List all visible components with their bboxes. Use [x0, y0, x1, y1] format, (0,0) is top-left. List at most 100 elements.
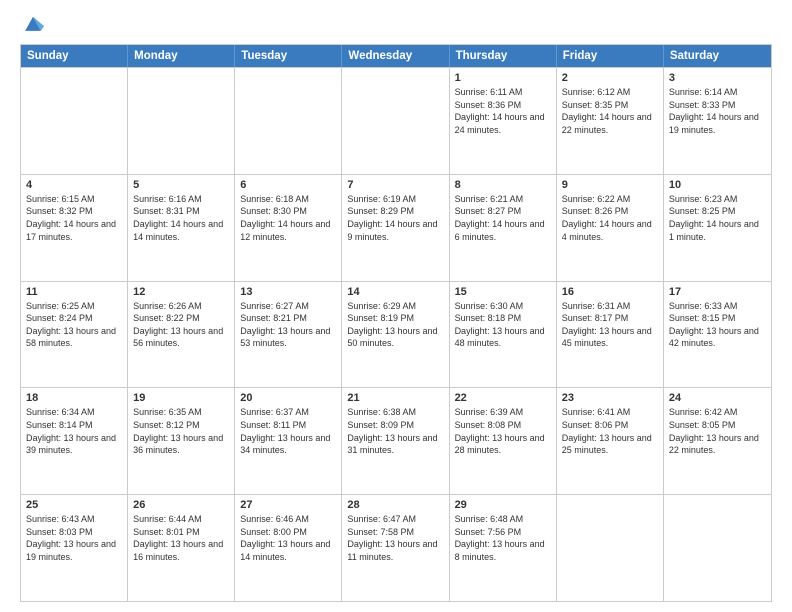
day-number: 12	[133, 286, 229, 298]
day-number: 13	[240, 286, 336, 298]
calendar-cell: 10 Sunrise: 6:23 AM Sunset: 8:25 PM Dayli…	[664, 175, 771, 281]
day-number: 26	[133, 499, 229, 511]
day-info: Sunrise: 6:15 AM Sunset: 8:32 PM Dayligh…	[26, 193, 122, 243]
day-number: 2	[562, 72, 658, 84]
calendar-body: 1 Sunrise: 6:11 AM Sunset: 8:36 PM Daylig…	[21, 67, 771, 601]
calendar-cell: 7 Sunrise: 6:19 AM Sunset: 8:29 PM Daylig…	[342, 175, 449, 281]
day-number: 5	[133, 179, 229, 191]
day-number: 17	[669, 286, 766, 298]
day-number: 28	[347, 499, 443, 511]
page: SundayMondayTuesdayWednesdayThursdayFrid…	[0, 0, 792, 612]
calendar-cell	[664, 495, 771, 601]
day-info: Sunrise: 6:37 AM Sunset: 8:11 PM Dayligh…	[240, 406, 336, 456]
calendar-cell: 21Sunrise: 6:38 AM Sunset: 8:09 PM Dayli…	[342, 388, 449, 494]
day-number: 29	[455, 499, 551, 511]
day-info: Sunrise: 6:19 AM Sunset: 8:29 PM Dayligh…	[347, 193, 443, 243]
header-day-thursday: Thursday	[450, 45, 557, 67]
calendar-cell: 1 Sunrise: 6:11 AM Sunset: 8:36 PM Daylig…	[450, 68, 557, 174]
day-info: Sunrise: 6:22 AM Sunset: 8:26 PM Dayligh…	[562, 193, 658, 243]
day-info: Sunrise: 6:14 AM Sunset: 8:33 PM Dayligh…	[669, 86, 766, 136]
day-number: 27	[240, 499, 336, 511]
calendar-cell	[342, 68, 449, 174]
calendar-cell: 12 Sunrise: 6:26 AM Sunset: 8:22 PM Dayli…	[128, 282, 235, 388]
calendar-row-4: 25Sunrise: 6:43 AM Sunset: 8:03 PM Dayli…	[21, 494, 771, 601]
calendar-cell	[235, 68, 342, 174]
day-info: Sunrise: 6:26 AM Sunset: 8:22 PM Dayligh…	[133, 300, 229, 350]
day-number: 21	[347, 392, 443, 404]
day-number: 22	[455, 392, 551, 404]
day-number: 11	[26, 286, 122, 298]
calendar-cell: 8Sunrise: 6:21 AM Sunset: 8:27 PM Daylig…	[450, 175, 557, 281]
calendar-cell: 14 Sunrise: 6:29 AM Sunset: 8:19 PM Dayli…	[342, 282, 449, 388]
calendar-cell: 27 Sunrise: 6:46 AM Sunset: 8:00 PM Dayli…	[235, 495, 342, 601]
day-number: 25	[26, 499, 122, 511]
day-info: Sunrise: 6:30 AM Sunset: 8:18 PM Dayligh…	[455, 300, 551, 350]
calendar-cell: 4 Sunrise: 6:15 AM Sunset: 8:32 PM Daylig…	[21, 175, 128, 281]
calendar-cell	[557, 495, 664, 601]
day-info: Sunrise: 6:46 AM Sunset: 8:00 PM Dayligh…	[240, 513, 336, 563]
day-number: 10	[669, 179, 766, 191]
calendar-cell: 20 Sunrise: 6:37 AM Sunset: 8:11 PM Dayli…	[235, 388, 342, 494]
calendar: SundayMondayTuesdayWednesdayThursdayFrid…	[20, 44, 772, 602]
calendar-row-3: 18 Sunrise: 6:34 AM Sunset: 8:14 PM Dayli…	[21, 387, 771, 494]
calendar-cell: 25Sunrise: 6:43 AM Sunset: 8:03 PM Dayli…	[21, 495, 128, 601]
header-day-saturday: Saturday	[664, 45, 771, 67]
header-day-tuesday: Tuesday	[235, 45, 342, 67]
day-info: Sunrise: 6:18 AM Sunset: 8:30 PM Dayligh…	[240, 193, 336, 243]
calendar-cell: 2 Sunrise: 6:12 AM Sunset: 8:35 PM Daylig…	[557, 68, 664, 174]
calendar-cell: 5 Sunrise: 6:16 AM Sunset: 8:31 PM Daylig…	[128, 175, 235, 281]
calendar-cell: 18 Sunrise: 6:34 AM Sunset: 8:14 PM Dayli…	[21, 388, 128, 494]
logo-text	[20, 16, 44, 34]
calendar-cell: 15 Sunrise: 6:30 AM Sunset: 8:18 PM Dayli…	[450, 282, 557, 388]
calendar-cell: 19 Sunrise: 6:35 AM Sunset: 8:12 PM Dayli…	[128, 388, 235, 494]
calendar-row-2: 11 Sunrise: 6:25 AM Sunset: 8:24 PM Dayli…	[21, 281, 771, 388]
day-number: 4	[26, 179, 122, 191]
day-info: Sunrise: 6:47 AM Sunset: 7:58 PM Dayligh…	[347, 513, 443, 563]
day-number: 24	[669, 392, 766, 404]
day-number: 7	[347, 179, 443, 191]
day-info: Sunrise: 6:39 AM Sunset: 8:08 PM Dayligh…	[455, 406, 551, 456]
day-info: Sunrise: 6:27 AM Sunset: 8:21 PM Dayligh…	[240, 300, 336, 350]
header-day-monday: Monday	[128, 45, 235, 67]
calendar-header: SundayMondayTuesdayWednesdayThursdayFrid…	[21, 45, 771, 67]
day-info: Sunrise: 6:16 AM Sunset: 8:31 PM Dayligh…	[133, 193, 229, 243]
day-info: Sunrise: 6:11 AM Sunset: 8:36 PM Dayligh…	[455, 86, 551, 136]
day-info: Sunrise: 6:48 AM Sunset: 7:56 PM Dayligh…	[455, 513, 551, 563]
day-info: Sunrise: 6:12 AM Sunset: 8:35 PM Dayligh…	[562, 86, 658, 136]
calendar-cell: 17Sunrise: 6:33 AM Sunset: 8:15 PM Dayli…	[664, 282, 771, 388]
day-number: 16	[562, 286, 658, 298]
header-day-friday: Friday	[557, 45, 664, 67]
day-number: 20	[240, 392, 336, 404]
day-info: Sunrise: 6:21 AM Sunset: 8:27 PM Dayligh…	[455, 193, 551, 243]
calendar-cell: 13 Sunrise: 6:27 AM Sunset: 8:21 PM Dayli…	[235, 282, 342, 388]
day-info: Sunrise: 6:31 AM Sunset: 8:17 PM Dayligh…	[562, 300, 658, 350]
day-info: Sunrise: 6:29 AM Sunset: 8:19 PM Dayligh…	[347, 300, 443, 350]
logo	[20, 16, 44, 34]
calendar-cell: 29 Sunrise: 6:48 AM Sunset: 7:56 PM Dayli…	[450, 495, 557, 601]
calendar-cell: 23 Sunrise: 6:41 AM Sunset: 8:06 PM Dayli…	[557, 388, 664, 494]
day-number: 23	[562, 392, 658, 404]
day-number: 6	[240, 179, 336, 191]
day-info: Sunrise: 6:25 AM Sunset: 8:24 PM Dayligh…	[26, 300, 122, 350]
day-info: Sunrise: 6:42 AM Sunset: 8:05 PM Dayligh…	[669, 406, 766, 456]
calendar-row-0: 1 Sunrise: 6:11 AM Sunset: 8:36 PM Daylig…	[21, 67, 771, 174]
day-number: 18	[26, 392, 122, 404]
calendar-cell: 3Sunrise: 6:14 AM Sunset: 8:33 PM Daylig…	[664, 68, 771, 174]
day-info: Sunrise: 6:44 AM Sunset: 8:01 PM Dayligh…	[133, 513, 229, 563]
day-info: Sunrise: 6:41 AM Sunset: 8:06 PM Dayligh…	[562, 406, 658, 456]
day-info: Sunrise: 6:35 AM Sunset: 8:12 PM Dayligh…	[133, 406, 229, 456]
calendar-cell: 24 Sunrise: 6:42 AM Sunset: 8:05 PM Dayli…	[664, 388, 771, 494]
calendar-cell	[128, 68, 235, 174]
logo-icon	[22, 12, 44, 34]
day-info: Sunrise: 6:34 AM Sunset: 8:14 PM Dayligh…	[26, 406, 122, 456]
day-number: 9	[562, 179, 658, 191]
day-number: 1	[455, 72, 551, 84]
header-day-sunday: Sunday	[21, 45, 128, 67]
calendar-cell: 9 Sunrise: 6:22 AM Sunset: 8:26 PM Daylig…	[557, 175, 664, 281]
day-number: 19	[133, 392, 229, 404]
header	[20, 16, 772, 34]
day-number: 14	[347, 286, 443, 298]
day-info: Sunrise: 6:23 AM Sunset: 8:25 PM Dayligh…	[669, 193, 766, 243]
calendar-cell: 11 Sunrise: 6:25 AM Sunset: 8:24 PM Dayli…	[21, 282, 128, 388]
day-number: 15	[455, 286, 551, 298]
